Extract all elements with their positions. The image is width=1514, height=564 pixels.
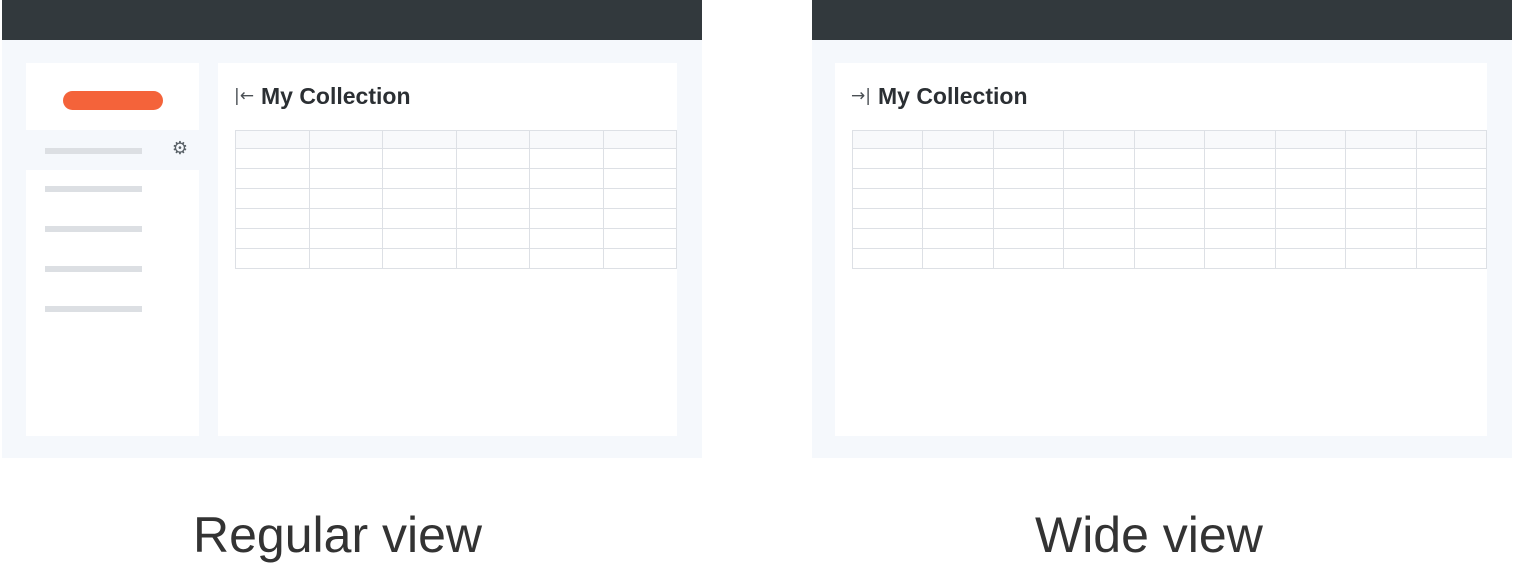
page-header: |← My Collection (234, 82, 411, 110)
table-row[interactable] (235, 168, 677, 189)
main-content: |← My Collection (218, 63, 677, 436)
table-header-row (851, 130, 1487, 149)
sidebar-item-placeholder[interactable] (45, 226, 142, 232)
regular-view-mockup: ⚙ |← My Collection (2, 0, 702, 458)
table-row[interactable] (851, 168, 1487, 189)
logo-pill[interactable] (63, 91, 163, 110)
wide-view-mockup: →| My Collection (812, 0, 1512, 458)
expand-sidebar-icon[interactable]: →| (851, 86, 871, 106)
data-table (851, 130, 1487, 269)
settings-label-placeholder (45, 148, 142, 154)
wide-view-caption: Wide view (1035, 507, 1263, 563)
table-row[interactable] (235, 248, 677, 269)
table-header-row (235, 130, 677, 149)
data-table (235, 130, 677, 269)
table-row[interactable] (851, 188, 1487, 209)
top-bar (2, 0, 702, 40)
sidebar: ⚙ (26, 63, 199, 436)
table-row[interactable] (851, 248, 1487, 269)
table-row[interactable] (235, 208, 677, 229)
table-row[interactable] (235, 148, 677, 169)
sidebar-settings-row: ⚙ (26, 130, 199, 170)
sidebar-logo-area (26, 63, 199, 130)
regular-view-caption: Regular view (193, 507, 483, 563)
sidebar-item-placeholder[interactable] (45, 306, 142, 312)
table-row[interactable] (235, 228, 677, 249)
top-bar (812, 0, 1512, 40)
table-row[interactable] (851, 148, 1487, 169)
page-title: My Collection (260, 82, 411, 109)
sidebar-item-placeholder[interactable] (45, 266, 142, 272)
main-content: →| My Collection (835, 63, 1487, 436)
table-row[interactable] (235, 188, 677, 209)
collapse-sidebar-icon[interactable]: |← (234, 86, 254, 106)
table-row[interactable] (851, 228, 1487, 249)
page-header: →| My Collection (851, 82, 1028, 110)
gear-icon[interactable]: ⚙ (171, 139, 189, 159)
table-row[interactable] (851, 208, 1487, 229)
sidebar-item-placeholder[interactable] (45, 186, 142, 192)
page-title: My Collection (877, 82, 1028, 109)
